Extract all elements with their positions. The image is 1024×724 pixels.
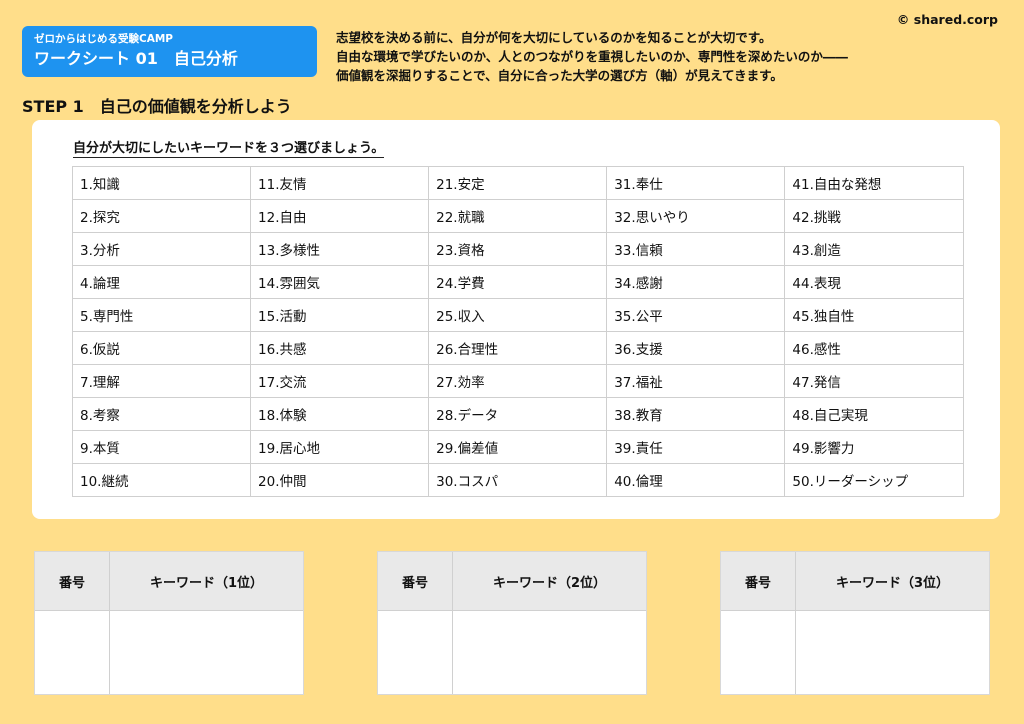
keyword-cell: 14.雰囲気 [250, 265, 430, 299]
keyword-header: キーワード（1位） [149, 575, 264, 591]
keyword-cell: 13.多様性 [250, 232, 430, 266]
keyword-cell: 47.発信 [784, 364, 964, 398]
instruction: 自分が大切にしたいキーワードを３つ選びましょう。 [73, 137, 385, 158]
keyword-row: 4.論理 14.雰囲気 24.学費 34.感謝 44.表現 [71, 265, 964, 299]
copyright: © shared.corp [896, 12, 998, 27]
keyword-row: 7.理解 17.交流 27.効率 37.福祉 47.発信 [71, 364, 964, 398]
keyword-cell: 32.思いやり [606, 199, 786, 233]
keyword-cell: 29.偏差値 [428, 430, 608, 464]
keyword-cell: 23.資格 [428, 232, 608, 266]
keyword-cell: 2.探究 [71, 199, 252, 233]
keyword-cell[interactable] [110, 610, 303, 694]
keyword-cell: 26.合理性 [428, 331, 608, 365]
keyword-cell: 45.独自性 [784, 298, 964, 332]
step-title: 自己の価値観を分析しよう [99, 97, 292, 116]
intro-line: 自由な環境で学びたいのか、人とのつながりを重視したいのか、専門性を深めたいのか―… [336, 49, 848, 64]
step-number: STEP 1 [22, 97, 84, 116]
keyword-cell: 33.信頼 [606, 232, 786, 266]
keyword-cell: 7.理解 [71, 364, 252, 398]
keyword-cell: 49.影響力 [784, 430, 964, 464]
step-heading: STEP 1 自己の価値観を分析しよう [22, 93, 292, 117]
keyword-cell: 30.コスパ [428, 463, 608, 497]
keyword-cell: 20.仲間 [250, 463, 430, 497]
keyword-cell: 6.仮説 [71, 331, 252, 365]
keyword-cell: 18.体験 [250, 397, 430, 431]
keyword-cell: 16.共感 [250, 331, 430, 365]
worksheet-badge: ゼロからはじめる受験CAMP ワークシート 01 自己分析 [22, 26, 317, 77]
keyword-cell: 46.感性 [784, 331, 964, 365]
keyword-cell: 50.リーダーシップ [784, 463, 964, 497]
badge-title: ワークシート 01 自己分析 [34, 49, 238, 68]
keyword-row: 3.分析 13.多様性 23.資格 33.信頼 43.創造 [71, 232, 964, 266]
number-cell[interactable] [721, 610, 796, 694]
answer-table-1: 番号 キーワード（1位） [34, 551, 304, 695]
keyword-cell: 36.支援 [606, 331, 786, 365]
answer-table-header: 番号 キーワード（1位） [35, 552, 303, 610]
keyword-cell: 8.考察 [71, 397, 252, 431]
keyword-cell[interactable] [453, 610, 646, 694]
keyword-cell: 39.責任 [606, 430, 786, 464]
keyword-cell: 42.挑戦 [784, 199, 964, 233]
keyword-cell: 43.創造 [784, 232, 964, 266]
keyword-cell: 19.居心地 [250, 430, 430, 464]
keyword-cell: 40.倫理 [606, 463, 786, 497]
keyword-table: 1.知識 11.友情 21.安定 31.奉仕 41.自由な発想 2.探究 12.自由 22.就… [71, 166, 964, 497]
keyword-cell: 31.奉仕 [606, 166, 786, 200]
keyword-cell: 38.教育 [606, 397, 786, 431]
keyword-row: 10.継続 20.仲間 30.コスパ 40.倫理 50.リーダーシップ [71, 463, 964, 497]
keyword-cell: 4.論理 [71, 265, 252, 299]
keyword-row: 5.専門性 15.活動 25.収入 35.公平 45.独自性 [71, 298, 964, 332]
keyword-cell: 28.データ [428, 397, 608, 431]
keyword-cell: 12.自由 [250, 199, 430, 233]
keyword-row: 2.探究 12.自由 22.就職 32.思いやり 42.挑戦 [71, 199, 964, 233]
keyword-cell: 11.友情 [250, 166, 430, 200]
keyword-row: 1.知識 11.友情 21.安定 31.奉仕 41.自由な発想 [71, 166, 964, 200]
number-header: 番号 [744, 575, 771, 591]
keyword-row: 9.本質 19.居心地 29.偏差値 39.責任 49.影響力 [71, 430, 964, 464]
keyword-cell: 44.表現 [784, 265, 964, 299]
keyword-cell: 17.交流 [250, 364, 430, 398]
keyword-header: キーワード（2位） [492, 575, 607, 591]
intro-line: 価値観を深掘りすることで、自分に合った大学の選び方（軸）が見えてきます。 [336, 68, 783, 83]
keyword-cell: 48.自己実現 [784, 397, 964, 431]
keyword-cell: 22.就職 [428, 199, 608, 233]
keyword-cell: 1.知識 [71, 166, 252, 200]
intro-line: 志望校を決める前に、自分が何を大切にしているのかを知ることが大切です。 [336, 30, 772, 45]
badge-subtitle: ゼロからはじめる受験CAMP [34, 33, 173, 45]
keyword-header: キーワード（3位） [835, 575, 950, 591]
keyword-cell: 41.自由な発想 [784, 166, 964, 200]
number-cell[interactable] [35, 610, 110, 694]
keyword-cell: 35.公平 [606, 298, 786, 332]
keyword-cell: 37.福祉 [606, 364, 786, 398]
answer-table-header: 番号 キーワード（2位） [378, 552, 646, 610]
keyword-cell: 21.安定 [428, 166, 608, 200]
keyword-cell[interactable] [796, 610, 989, 694]
keyword-cell: 15.活動 [250, 298, 430, 332]
keyword-cell: 25.収入 [428, 298, 608, 332]
keyword-row: 6.仮説 16.共感 26.合理性 36.支援 46.感性 [71, 331, 964, 365]
number-cell[interactable] [378, 610, 453, 694]
keyword-cell: 34.感謝 [606, 265, 786, 299]
keyword-card: 自分が大切にしたいキーワードを３つ選びましょう。 1.知識 11.友情 21.安定 3… [32, 120, 1000, 519]
answer-table-2: 番号 キーワード（2位） [377, 551, 647, 695]
keyword-cell: 24.学費 [428, 265, 608, 299]
number-header: 番号 [401, 575, 428, 591]
keyword-cell: 27.効率 [428, 364, 608, 398]
number-header: 番号 [58, 575, 85, 591]
keyword-cell: 10.継続 [71, 463, 252, 497]
keyword-cell: 5.専門性 [71, 298, 252, 332]
intro-text: 志望校を決める前に、自分が何を大切にしているのかを知ることが大切です。 自由な環… [336, 28, 936, 85]
answer-table-header: 番号 キーワード（3位） [721, 552, 989, 610]
answer-table-3: 番号 キーワード（3位） [720, 551, 990, 695]
keyword-row: 8.考察 18.体験 28.データ 38.教育 48.自己実現 [71, 397, 964, 431]
keyword-cell: 3.分析 [71, 232, 252, 266]
keyword-cell: 9.本質 [71, 430, 252, 464]
